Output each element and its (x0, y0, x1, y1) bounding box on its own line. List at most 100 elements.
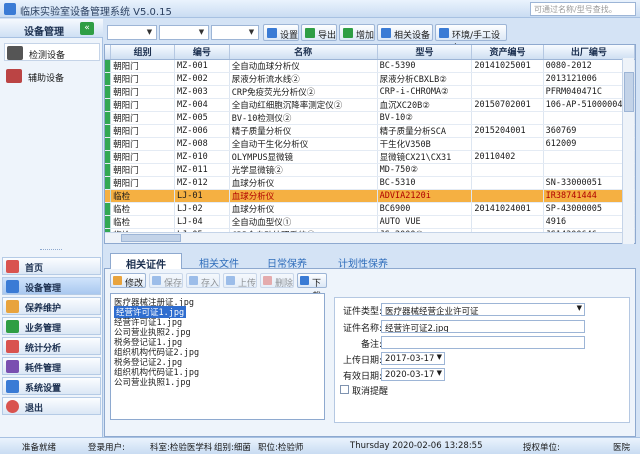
table-cell: BC-5390 (377, 59, 473, 73)
list-item[interactable]: 公司营业执照1.jpg (114, 376, 191, 388)
sub-item-auxiliary[interactable]: 辅助设备 (4, 67, 100, 85)
nav-item-label: 系统设置 (25, 384, 62, 394)
tab-files[interactable]: 相关文件 (188, 253, 250, 270)
column-header[interactable]: 编号 (174, 45, 230, 60)
filter-combo-1[interactable]: ▼ (107, 25, 157, 40)
title-bar: 临床实验室设备管理系统 V5.0.15 可通过名称/型号查找。 (0, 0, 640, 18)
nav-item-label: 统计分析 (25, 344, 62, 354)
nav-item-parts[interactable]: 耗件管理 (2, 357, 101, 375)
table-cell: 2015204001 (471, 124, 544, 138)
sub-item-detection[interactable]: 检测设备 (4, 43, 100, 61)
table-row[interactable]: 朝阳门 MZ-003 CRP免疫荧光分析仪② CRP-i-CHROMA② PFRM040… (105, 85, 635, 99)
table-cell: 精子质量分析仪 (229, 124, 378, 138)
store-button[interactable]: 存入 (186, 273, 220, 289)
nav-item-business[interactable]: 业务管理 (2, 317, 101, 335)
table-cell: 临检 (110, 215, 176, 229)
cert-type-select[interactable]: 医疗器械经营企业许可证 ▼ (381, 303, 585, 316)
valid-date-field[interactable]: 2020-03-17 ▼ (381, 368, 445, 381)
nav-item-device[interactable]: 设备管理 (2, 277, 101, 295)
column-header[interactable]: 资产编号 (471, 45, 544, 60)
delete-button[interactable]: 删除 (260, 273, 294, 289)
left-nav: 设备管理 « 检测设备 辅助设备 首页 设备管理 保养维护 业务管理 统计分析 … (0, 19, 103, 450)
nav-item-maintenance[interactable]: 保养维护 (2, 297, 101, 315)
settings-icon (267, 28, 277, 38)
table-cell: 0080-2012 (543, 59, 635, 73)
cert-type-label: 证件类型: (342, 307, 382, 317)
table-row[interactable]: 临检 LJ-04 全自动血型仪① AUTO VUE 4916 (105, 215, 635, 229)
table-row[interactable]: 朝阳门 MZ-005 BV-10检测仪② BV-10② (105, 111, 635, 125)
save-button[interactable]: 保存 (149, 273, 183, 289)
table-cell: SN-33000051 (543, 176, 635, 190)
table-cell: 2013121006 (543, 72, 635, 86)
environment-device-button[interactable]: 环境/手工设备 (435, 24, 507, 54)
table-row[interactable]: 朝阳门 MZ-008 全自动干生化分析仪 干生化V350B 612009 (105, 137, 635, 151)
table-cell (471, 176, 544, 190)
splitter[interactable] (40, 249, 62, 252)
horizontal-scrollbar[interactable] (105, 232, 622, 243)
upload-icon (226, 276, 235, 285)
filter-combo-3[interactable]: ▼ (211, 25, 259, 40)
save-icon (152, 276, 161, 285)
settings-button[interactable]: 设置 (263, 24, 299, 41)
collapse-icon[interactable]: « (80, 22, 94, 35)
tab-planned-maintenance[interactable]: 计划性保养 (326, 253, 400, 270)
table-cell (471, 137, 544, 151)
nav-item-label: 业务管理 (25, 324, 62, 334)
table-cell (471, 111, 544, 125)
scroll-thumb[interactable] (624, 72, 634, 112)
table-row[interactable]: 朝阳门 MZ-011 光学显微镜② MD-750② (105, 163, 635, 177)
remark-field[interactable] (381, 336, 585, 349)
status-user: 登录用户: (88, 443, 125, 453)
stats-icon (6, 340, 19, 353)
add-button[interactable]: 增加 (339, 24, 375, 41)
column-header[interactable]: 型号 (377, 45, 473, 60)
table-cell: 朝阳门 (110, 176, 176, 190)
cancel-reminder-checkbox[interactable] (340, 385, 349, 394)
table-cell: MZ-004 (174, 98, 230, 112)
column-header[interactable]: 组别 (110, 45, 176, 60)
column-header[interactable]: 名称 (229, 45, 378, 60)
tab-daily-maintenance[interactable]: 日常保养 (256, 253, 318, 270)
business-icon (6, 320, 19, 333)
nav-item-stats[interactable]: 统计分析 (2, 337, 101, 355)
table-row[interactable]: 朝阳门 MZ-006 精子质量分析仪 精子质量分析SCA 2015204001 36076… (105, 124, 635, 138)
column-header[interactable]: 出厂编号 (543, 45, 635, 60)
nav-item-exit[interactable]: 退出 (2, 397, 101, 415)
chevron-down-icon: ▼ (248, 28, 255, 36)
tab-certificates[interactable]: 相关证件 (110, 253, 182, 271)
status-ready: 准备就绪 (22, 443, 57, 453)
table-cell: 临检 (110, 189, 176, 203)
scroll-thumb[interactable] (121, 234, 181, 242)
vertical-scrollbar[interactable] (622, 58, 634, 244)
export-button[interactable]: 导出 (301, 24, 337, 41)
edit-button[interactable]: 修改 (110, 273, 146, 289)
related-device-button[interactable]: 相关设备 (377, 24, 433, 41)
table-row[interactable]: 临检 LJ-02 血球分析仪 BC6900 20141024001 SP-43000005 (105, 202, 635, 216)
download-button[interactable]: 下载 (297, 273, 327, 302)
nav-item-label: 保养维护 (25, 304, 62, 314)
nav-item-settings[interactable]: 系统设置 (2, 377, 101, 395)
certificate-file-list[interactable]: 医疗器械注册证.jpg 经营许可证1.jpg 经营许可证1.jpg 公司营业执照… (110, 293, 325, 420)
cert-name-field[interactable]: 经营许可证2.jpg (381, 320, 585, 333)
search-input[interactable]: 可通过名称/型号查找。 (530, 2, 636, 16)
table-row[interactable]: 朝阳门 MZ-002 尿液分析流水线② 尿液分析CBXLB② 2013121006 (105, 72, 635, 86)
upload-button[interactable]: 上传 (223, 273, 257, 289)
table-row[interactable]: 临检 LJ-01 血球分析仪 ADVIA2120i IR38741444 (105, 189, 635, 203)
table-cell: MZ-003 (174, 85, 230, 99)
exit-icon (6, 400, 19, 413)
nav-item-home[interactable]: 首页 (2, 257, 101, 275)
table-row[interactable]: 朝阳门 MZ-004 全自动红细胞沉降率测定仪② 血沉XC20B② 2015070200… (105, 98, 635, 112)
filter-combo-2[interactable]: ▼ (159, 25, 209, 40)
table-cell: MZ-010 (174, 150, 230, 164)
table-row[interactable]: 朝阳门 MZ-012 血球分析仪 BC-5310 SN-33000051 (105, 176, 635, 190)
table-row[interactable]: 朝阳门 MZ-001 全自动血球分析仪 BC-5390 20141025001 0080-… (105, 59, 635, 73)
table-cell: 显微镜CX21\CX31 (377, 150, 473, 164)
chevron-down-icon: ▼ (576, 304, 582, 312)
device-table: 组别 编号 名称 型号 资产编号 出厂编号 朝阳门 MZ-001 全自动血球分析仪 B… (105, 45, 635, 243)
table-row[interactable]: 朝阳门 MZ-010 OLYMPUS显微镜 显微镜CX21\CX31 20110402 (105, 150, 635, 164)
upload-date-field[interactable]: 2017-03-17 ▼ (381, 352, 445, 365)
sub-item-label: 检测设备 (29, 51, 66, 61)
status-auth: 授权单位: (523, 443, 560, 453)
app-icon (4, 3, 16, 15)
related-device-icon (381, 28, 391, 38)
